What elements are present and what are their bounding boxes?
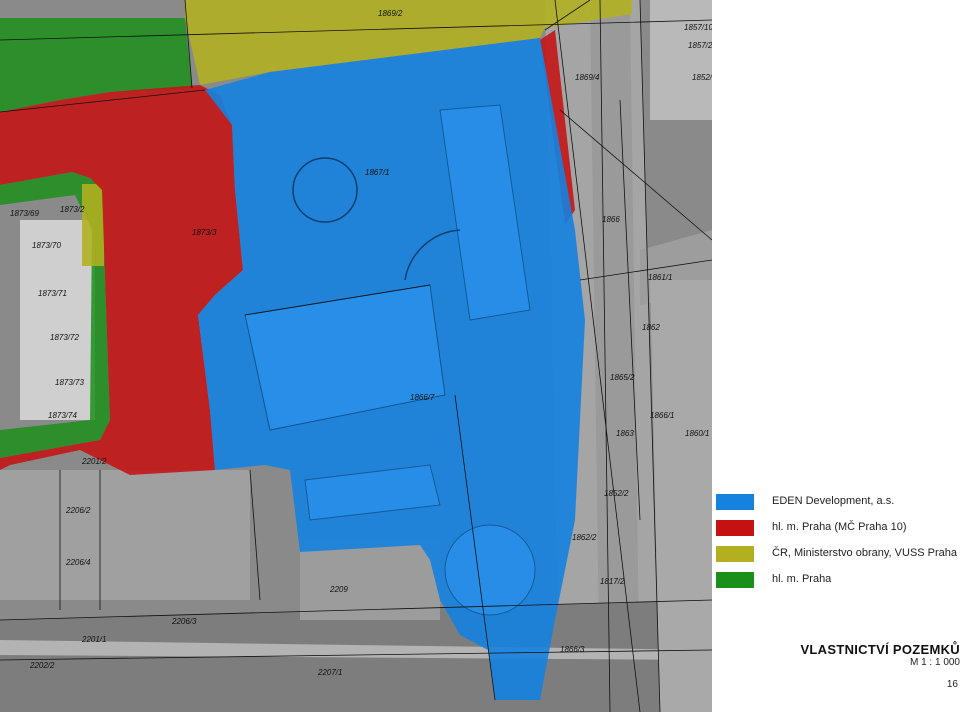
parcel-label: 2201/1 <box>81 635 106 644</box>
parcel-label: 1861/1 <box>648 273 672 282</box>
parcel-label: 1873/74 <box>48 411 77 420</box>
legend-item-praha: hl. m. Praha <box>716 572 956 590</box>
parcel-label: 1873/72 <box>50 333 79 342</box>
parking-lot <box>650 280 712 712</box>
parcel-label: 1852/8 <box>692 73 712 82</box>
parcel-label: 1866/7 <box>410 393 435 402</box>
map-scale: M 1 : 1 000 <box>909 657 960 668</box>
legend-item-praha10: hl. m. Praha (MČ Praha 10) <box>716 520 956 538</box>
legend-label: hl. m. Praha (MČ Praha 10) <box>772 521 907 533</box>
legend-label: hl. m. Praha <box>772 573 832 585</box>
parcel-label: 1867/1 <box>365 168 389 177</box>
parcel-label: 1873/71 <box>38 289 67 298</box>
legend-swatch-blue <box>716 494 754 510</box>
parcel-label: 1873/69 <box>10 209 39 218</box>
parcel-label: 1817/2 <box>600 577 625 586</box>
parcel-cr-west[interactable] <box>82 184 104 266</box>
parcel-label: 2206/4 <box>65 558 91 567</box>
legend-item-cr: ČR, Ministerstvo obrany, VUSS Praha <box>716 546 958 564</box>
parcel-label: 1869/4 <box>575 73 600 82</box>
parcel-label: 1873/3 <box>192 228 217 237</box>
legend-swatch-green <box>716 572 754 588</box>
parcel-label: 1873/73 <box>55 378 84 387</box>
legend-swatch-yellow <box>716 546 754 562</box>
parcel-label: 1863 <box>616 429 634 438</box>
parcel-label: 1862 <box>642 323 660 332</box>
legend-item-eden: EDEN Development, a.s. <box>716 494 956 512</box>
parcel-label: 1869/2 <box>378 9 403 18</box>
round-building <box>444 524 536 616</box>
legend-swatch-red <box>716 520 754 536</box>
parcel-label: 1865/2 <box>610 373 635 382</box>
page-title: VLASTNICTVÍ POZEMKŮ <box>800 642 960 657</box>
parcel-label: 1852/2 <box>604 489 629 498</box>
parcel-label: 1857/2 <box>688 41 712 50</box>
parcel-label: 2201/2 <box>81 457 107 466</box>
parcel-label: 1862/2 <box>572 533 597 542</box>
parcel-label: 2209 <box>329 585 348 594</box>
parcel-label: 1860/1 <box>685 429 709 438</box>
map-canvas: 1869/2 1857/10 1857/2 1869/4 1852/8 1866… <box>0 0 712 712</box>
page-number: 16 <box>946 679 958 690</box>
parcel-label: 1873/70 <box>32 241 61 250</box>
parcel-label: 1866/1 <box>650 411 674 420</box>
parcel-label: 1866 <box>602 215 620 224</box>
parcel-label: 2206/3 <box>171 617 197 626</box>
ownership-map[interactable]: 1869/2 1857/10 1857/2 1869/4 1852/8 1866… <box>0 0 712 712</box>
parcel-label: 1857/10 <box>684 23 712 32</box>
sports-fields <box>0 470 250 600</box>
parcel-label: 2202/2 <box>29 661 55 670</box>
parcel-label: 2206/2 <box>65 506 91 515</box>
parcel-label: 1873/2 <box>60 205 85 214</box>
parcel-label: 1866/3 <box>560 645 585 654</box>
legend-label: EDEN Development, a.s. <box>772 495 895 507</box>
legend-label: ČR, Ministerstvo obrany, VUSS Praha <box>772 547 958 559</box>
parcel-label: 2207/1 <box>317 668 342 677</box>
building-ne <box>650 0 712 120</box>
